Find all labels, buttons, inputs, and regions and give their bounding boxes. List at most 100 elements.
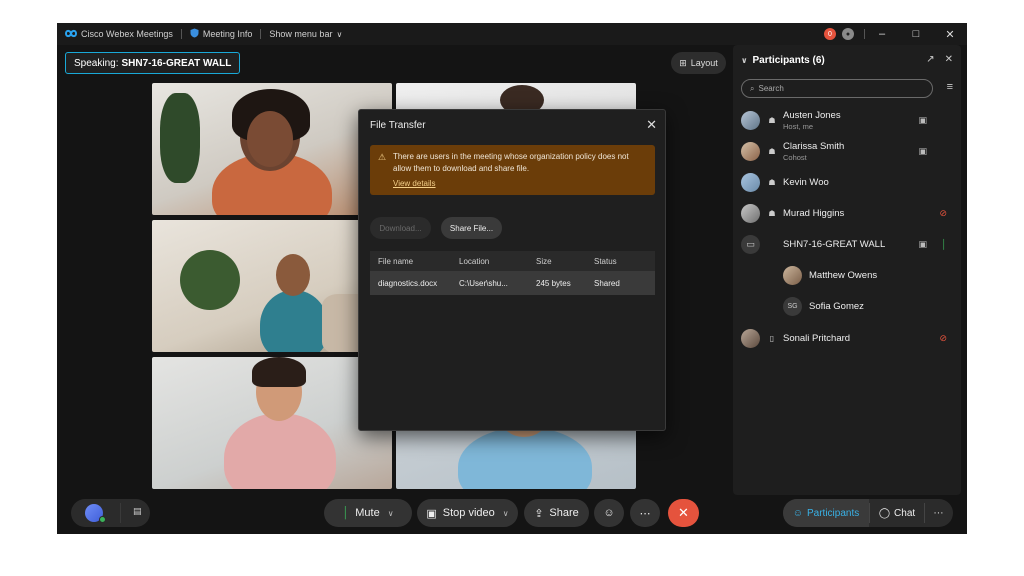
webex-logo-icon [64,29,78,40]
headset-icon: ☗ [768,115,776,125]
participant-item[interactable]: ▯ Sonali Pritchard ⊘ [741,325,953,351]
view-details-link[interactable]: View details [393,178,436,190]
video-tile[interactable] [152,357,392,489]
participant-item[interactable]: ☗ Murad Higgins ⊘ [741,200,953,226]
participant-name: Matthew Owens [809,269,878,281]
headset-icon: ☗ [768,146,776,156]
mic-active-icon[interactable]: │ [941,239,947,249]
minimize-icon[interactable]: – [865,23,899,45]
chat-bubble-icon: ◯ [878,507,891,519]
ellipsis-icon: ⋯ [639,507,651,520]
close-icon[interactable]: ✕ [933,23,967,45]
divider [120,503,121,523]
status-icon[interactable]: ● [842,28,854,40]
headset-icon: ☗ [768,177,776,187]
camera-icon: ▣ [918,238,927,249]
participant-item[interactable]: ▭ SHN7-16-GREAT WALL ▣ │ [741,231,953,257]
mic-muted-icon[interactable]: ⊘ [939,333,947,344]
avatar [783,265,802,285]
participant-role: Cohost [783,152,807,162]
avatar [741,110,760,130]
sort-icon[interactable]: ≡ [947,81,953,93]
chevron-down-icon[interactable]: ∨ [741,56,748,65]
avatar [741,172,760,192]
more-panels-button[interactable]: ⋯ [924,503,952,523]
column-header[interactable]: Status [586,257,655,266]
panel-toggles: ☺ Participants ◯ Chat ⋯ [783,499,953,527]
phone-icon: ▯ [769,333,775,343]
share-file-button[interactable]: Share File... [441,217,502,239]
file-table: File name Location Size Status diagnosti… [370,251,655,295]
column-header[interactable]: File name [370,257,451,266]
panel-header[interactable]: ∨ Participants (6) [741,55,825,66]
policy-warning-banner: ⚠ There are users in the meeting whose o… [370,145,655,195]
file-name-cell: diagnostics.docx [378,278,438,288]
stop-video-button[interactable]: ▣ Stop video ∨ [417,499,518,527]
video-camera-icon: ▣ [426,507,437,520]
share-icon: ⇪ [534,507,544,520]
warning-icon: ⚠ [378,152,387,162]
participant-item[interactable]: Matthew Owens [783,262,953,288]
participant-name: Sofia Gomez [809,300,864,312]
avatar: SG [783,296,802,316]
shield-icon [190,28,199,40]
more-options-button[interactable]: ⋯ [630,499,660,527]
dialog-title: File Transfer [370,120,426,131]
participants-panel: ∨ Participants (6) ↗ ✕ ⌕ Search ≡ ☗ Aust… [733,45,961,495]
camera-icon: ▣ [918,145,927,156]
search-placeholder: Search [758,84,784,93]
share-button[interactable]: ⇪ Share [524,499,589,527]
participant-role: Host, me [783,121,814,131]
download-button[interactable]: Download... [370,217,431,239]
leave-meeting-button[interactable]: ✕ [668,499,699,527]
participant-video [260,290,328,352]
participant-name: SHN7-16-GREAT WALL [783,238,886,250]
table-header: File name Location Size Status [370,251,655,271]
chat-toggle-button[interactable]: ◯ Chat [869,503,924,523]
close-icon[interactable]: ✕ [646,117,657,133]
size-cell: 245 bytes [536,278,571,288]
participant-item[interactable]: ☗ Kevin Woo [741,169,953,195]
column-header[interactable]: Location [451,257,528,266]
assistant-controls: ▤ [71,499,150,527]
chevron-down-icon[interactable]: ∨ [503,509,509,518]
video-tile[interactable] [152,220,392,352]
avatar [741,141,760,161]
plant [180,250,240,310]
title-bar: Cisco Webex Meetings Meeting Info Show m… [57,23,967,45]
participant-hair [252,357,306,387]
meeting-info-button[interactable]: Meeting Info [182,28,261,40]
column-header[interactable]: Size [528,257,586,266]
show-menu-bar-button[interactable]: Show menu bar ∨ [261,29,350,39]
maximize-icon[interactable]: □ [899,23,933,45]
chevron-down-icon: ∨ [336,29,343,39]
participant-name: Clarissa Smith [783,140,845,152]
webex-window: Cisco Webex Meetings Meeting Info Show m… [57,23,967,534]
mic-muted-icon[interactable]: ⊘ [939,208,947,219]
avatar [741,328,760,348]
room-device-icon: ▭ [741,234,760,254]
layout-button[interactable]: ⊞ Layout [671,52,726,74]
avatar [741,203,760,223]
warning-text: There are users in the meeting whose org… [393,152,629,173]
closed-caption-icon[interactable]: ▤ [133,506,142,517]
participant-name: Austen Jones [783,109,841,121]
status-cell: Shared [594,278,620,288]
video-tile[interactable] [152,83,392,215]
search-input[interactable]: ⌕ Search [741,79,933,98]
close-icon[interactable]: ✕ [945,54,953,65]
participant-name: Murad Higgins [783,207,845,219]
chevron-down-icon[interactable]: ∨ [388,509,394,518]
participants-toggle-button[interactable]: ☺ Participants [783,499,869,527]
participant-item[interactable]: ☗ Clarissa Smith Cohost ▣ [741,138,953,164]
grid-icon: ⊞ [679,57,687,68]
participant-item[interactable]: SG Sofia Gomez [783,293,953,319]
table-row[interactable]: diagnostics.docx C:\User\shu... 245 byte… [370,271,655,295]
notification-badge[interactable]: 0 [824,28,836,40]
file-transfer-dialog: File Transfer ✕ ⚠ There are users in the… [358,109,666,431]
participant-item[interactable]: ☗ Austen Jones Host, me ▣ [741,107,953,133]
mute-button[interactable]: │ Mute ∨ [324,499,412,527]
popout-icon[interactable]: ↗ [926,54,934,65]
reactions-button[interactable]: ☺ [594,499,624,527]
smiley-icon: ☺ [603,507,615,519]
